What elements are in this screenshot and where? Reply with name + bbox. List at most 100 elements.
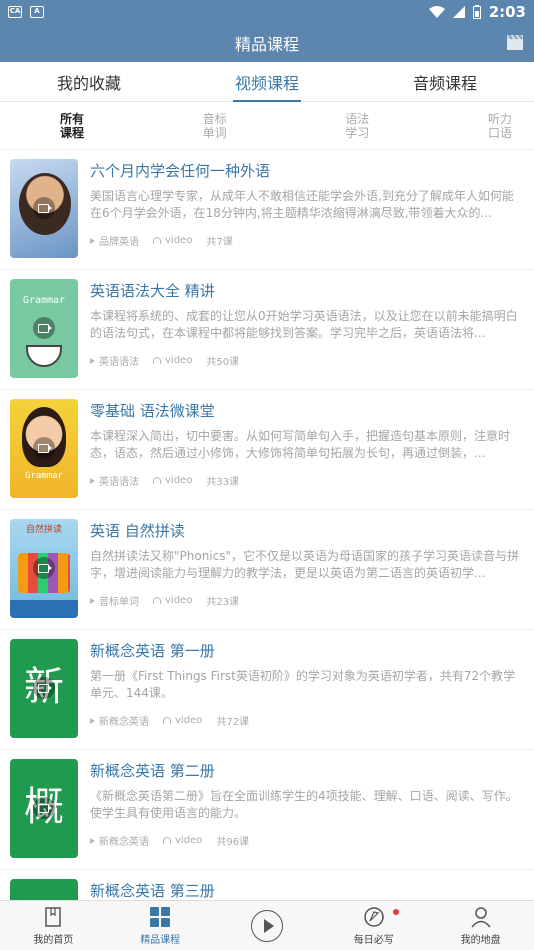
- course-meta: 英语语法 video 共33课: [90, 473, 524, 488]
- lesson-count: 共96课: [216, 837, 250, 848]
- nav-player[interactable]: [214, 901, 321, 950]
- course-item[interactable]: 概 新概念英语 第二册 《新概念英语第二册》旨在全面训练学生的4项技能、理解、口…: [0, 750, 534, 870]
- course-thumbnail: [10, 879, 78, 900]
- filter-phonetics[interactable]: 音标单词: [201, 112, 229, 140]
- bottom-nav: 我的首页 精品课程 每日必写 我的地盘: [0, 900, 534, 950]
- filter-listening[interactable]: 听力口语: [486, 112, 514, 140]
- lesson-count: 共7课: [206, 237, 233, 248]
- video-camera-icon: [33, 317, 55, 339]
- course-tabs: 我的收藏 视频课程 音频课程: [0, 62, 534, 102]
- play-circle-icon: [250, 909, 283, 942]
- thumbnail-text: Grammar: [22, 295, 66, 306]
- course-item[interactable]: 新概念英语 第三册: [0, 870, 534, 900]
- course-item[interactable]: Grammar 零基础 语法微课堂 本课程深入简出，切中要害。从如何写简单句入手…: [0, 390, 534, 510]
- play-icon: [90, 717, 95, 724]
- course-category: 新概念英语: [99, 717, 149, 728]
- nav-home[interactable]: 我的首页: [0, 901, 107, 950]
- signal-icon: [452, 6, 465, 18]
- course-thumbnail: Grammar: [10, 399, 78, 498]
- nav-label: 我的首页: [33, 934, 74, 946]
- course-title: 新概念英语 第一册: [90, 642, 215, 660]
- course-item[interactable]: 六个月内学会任何一种外语 美国语言心理学专家，从成年人不敢相信还能学会外语,到充…: [0, 150, 534, 270]
- nav-profile[interactable]: 我的地盘: [427, 901, 534, 950]
- play-icon: [90, 237, 95, 244]
- grid-icon: [150, 906, 171, 927]
- headphone-icon: [163, 717, 171, 724]
- course-meta: 音标单词 video 共23课: [90, 593, 524, 608]
- headphone-icon: [153, 597, 161, 604]
- course-title: 六个月内学会任何一种外语: [90, 162, 271, 180]
- course-type: video: [165, 475, 193, 486]
- course-item[interactable]: 新 新概念英语 第一册 第一册《First Things First英语初阶》的…: [0, 630, 534, 750]
- course-meta: 品牌英语 video 共7课: [90, 233, 524, 248]
- status-bar: CA A 2:03: [0, 0, 534, 24]
- notification-dot: [393, 909, 400, 915]
- course-title: 新概念英语 第二册: [90, 762, 215, 780]
- course-category: 英语语法: [99, 357, 139, 368]
- lesson-count: 共23课: [206, 597, 240, 608]
- course-item[interactable]: 自然拼读 英语 自然拼读 自然拼读法又称"Phonics"，它不仅是以英语为母语…: [0, 510, 534, 630]
- course-type: video: [165, 355, 193, 366]
- course-item[interactable]: Grammar 英语语法大全 精讲 本课程将系统的、成套的让您从0开始学习英语语…: [0, 270, 534, 390]
- nav-daily[interactable]: 每日必写: [320, 901, 427, 950]
- lesson-count: 共33课: [206, 477, 240, 488]
- video-camera-icon: [33, 437, 55, 459]
- course-thumbnail: 新: [10, 639, 78, 738]
- course-thumbnail: 自然拼读: [10, 519, 78, 618]
- course-title: 英语 自然拼读: [90, 522, 185, 540]
- page-title: 精品课程: [234, 35, 299, 54]
- category-filters: 所有课程 音标单词 语法学习 听力口语: [0, 102, 534, 150]
- thumbnail-text: Grammar: [25, 471, 63, 481]
- lesson-count: 共50课: [206, 357, 240, 368]
- course-category: 品牌英语: [99, 237, 139, 248]
- notification-a-icon: A: [30, 6, 44, 18]
- course-type: video: [165, 235, 193, 246]
- thumbnail-text: 自然拼读: [25, 525, 62, 535]
- course-meta: 新概念英语 video 共96课: [90, 833, 524, 848]
- book-icon: [45, 906, 62, 927]
- nav-label: 精品课程: [140, 934, 181, 946]
- course-description: 美国语言心理学专家，从成年人不敢相信还能学会外语,到充分了解成年人如何能在6个月…: [90, 189, 514, 220]
- video-camera-icon: [33, 197, 55, 219]
- headphone-icon: [163, 837, 171, 844]
- filter-all[interactable]: 所有课程: [58, 112, 86, 140]
- video-camera-icon: [33, 797, 55, 819]
- notification-icon: CA: [8, 6, 22, 18]
- course-title: 英语语法大全 精讲: [90, 282, 215, 300]
- play-icon: [90, 597, 95, 604]
- nav-label: 我的地盘: [460, 934, 501, 946]
- battery-icon: [472, 5, 481, 19]
- headphone-icon: [153, 237, 161, 244]
- course-type: video: [175, 835, 203, 846]
- course-meta: 新概念英语 video 共72课: [90, 713, 524, 728]
- play-icon: [90, 477, 95, 484]
- app-bar: 精品课程: [0, 24, 534, 62]
- lesson-count: 共72课: [216, 717, 250, 728]
- course-category: 英语语法: [99, 477, 139, 488]
- user-icon: [470, 906, 491, 927]
- course-type: video: [165, 595, 193, 606]
- compass-icon: [364, 906, 384, 927]
- video-camera-icon: [33, 557, 55, 579]
- tab-video-courses[interactable]: 视频课程: [221, 62, 313, 102]
- nav-label: 每日必写: [353, 934, 394, 946]
- tab-audio-courses[interactable]: 音频课程: [399, 62, 491, 102]
- course-category: 新概念英语: [99, 837, 149, 848]
- clapperboard-icon[interactable]: [506, 33, 524, 51]
- headphone-icon: [153, 477, 161, 484]
- course-type: video: [175, 715, 203, 726]
- headphone-icon: [153, 357, 161, 364]
- tab-favorites[interactable]: 我的收藏: [43, 62, 135, 102]
- play-icon: [90, 837, 95, 844]
- filter-grammar[interactable]: 语法学习: [343, 112, 371, 140]
- video-camera-icon: [33, 677, 55, 699]
- clock: 2:03: [488, 3, 526, 21]
- course-description: 本课程将系统的、成套的让您从0开始学习英语语法，以及让您在以前未能搞明白的语法句…: [90, 309, 518, 340]
- course-title: 零基础 语法微课堂: [90, 402, 215, 420]
- course-description: 第一册《First Things First英语初阶》的学习对象为英语初学者，共…: [90, 669, 516, 700]
- wifi-icon: [428, 6, 445, 18]
- nav-courses[interactable]: 精品课程: [107, 901, 214, 950]
- course-list[interactable]: 六个月内学会任何一种外语 美国语言心理学专家，从成年人不敢相信还能学会外语,到充…: [0, 150, 534, 900]
- course-title: 新概念英语 第三册: [90, 882, 215, 900]
- course-description: 本课程深入简出，切中要害。从如何写简单句入手，把握造句基本原则，注意时态，语态，…: [90, 429, 511, 460]
